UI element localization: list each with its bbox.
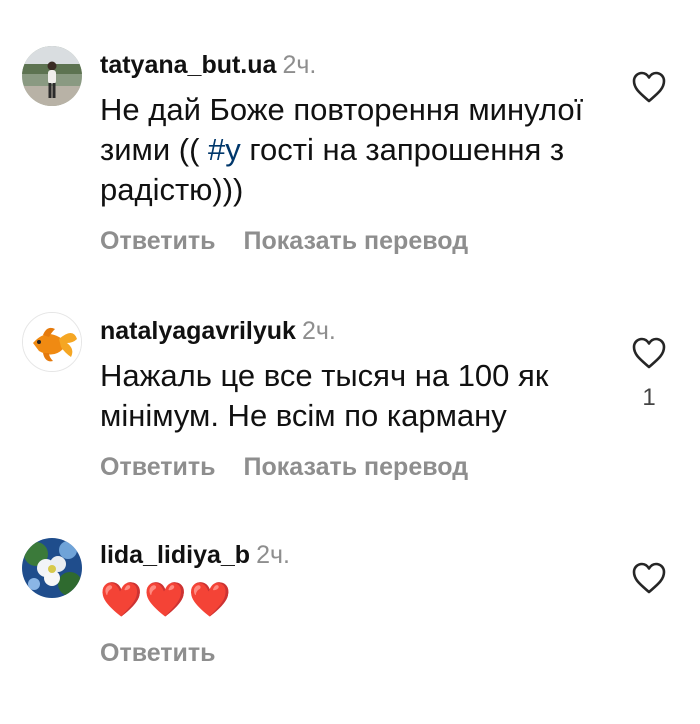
like-button[interactable] — [631, 70, 667, 104]
reply-button[interactable]: Ответить — [100, 453, 216, 481]
comment-actions: Ответить Показать перевод — [100, 452, 496, 482]
timestamp: 2ч. — [301, 317, 336, 345]
comments-list: tatyana_but.ua 2ч. Не дай Боже повторення… — [0, 0, 700, 724]
timestamp: 2ч. — [282, 51, 317, 79]
comment-header: tatyana_but.ua 2ч. — [100, 50, 316, 80]
comment-actions: Ответить Показать перевод — [100, 226, 496, 256]
heart-outline-icon — [632, 337, 666, 369]
comment-header: lida_lidiya_b 2ч. — [100, 540, 290, 570]
avatar[interactable] — [22, 538, 82, 598]
like-button[interactable] — [631, 561, 667, 595]
hashtag-link[interactable]: #у — [208, 132, 241, 167]
comment-text: Нажаль це все тысяч на 100 як мінімум. Н… — [100, 358, 549, 433]
comment-text: Не дай Боже повторення минулої зими (( #… — [100, 90, 620, 210]
timestamp: 2ч. — [256, 541, 290, 569]
show-translation-button[interactable]: Показать перевод — [244, 227, 469, 255]
heart-outline-icon — [632, 71, 666, 103]
reply-button[interactable]: Ответить — [100, 639, 216, 667]
username[interactable]: tatyana_but.ua — [100, 51, 276, 79]
comment-text: ❤️❤️❤️ — [100, 581, 234, 619]
heart-outline-icon — [632, 562, 666, 594]
username[interactable]: natalyagavrilyuk — [100, 317, 296, 345]
avatar[interactable] — [22, 312, 82, 372]
flower-photo-avatar-icon — [22, 538, 82, 598]
goldfish-avatar-icon — [23, 313, 81, 371]
like-button[interactable] — [631, 336, 667, 370]
like-count: 1 — [642, 384, 656, 411]
person-photo-avatar-icon — [22, 46, 82, 106]
username[interactable]: lida_lidiya_b — [100, 541, 250, 569]
avatar[interactable] — [22, 46, 82, 106]
show-translation-button[interactable]: Показать перевод — [244, 453, 469, 481]
comment-actions: Ответить — [100, 638, 244, 668]
comment-header: natalyagavrilyuk 2ч. — [100, 316, 336, 346]
reply-button[interactable]: Ответить — [100, 227, 216, 255]
